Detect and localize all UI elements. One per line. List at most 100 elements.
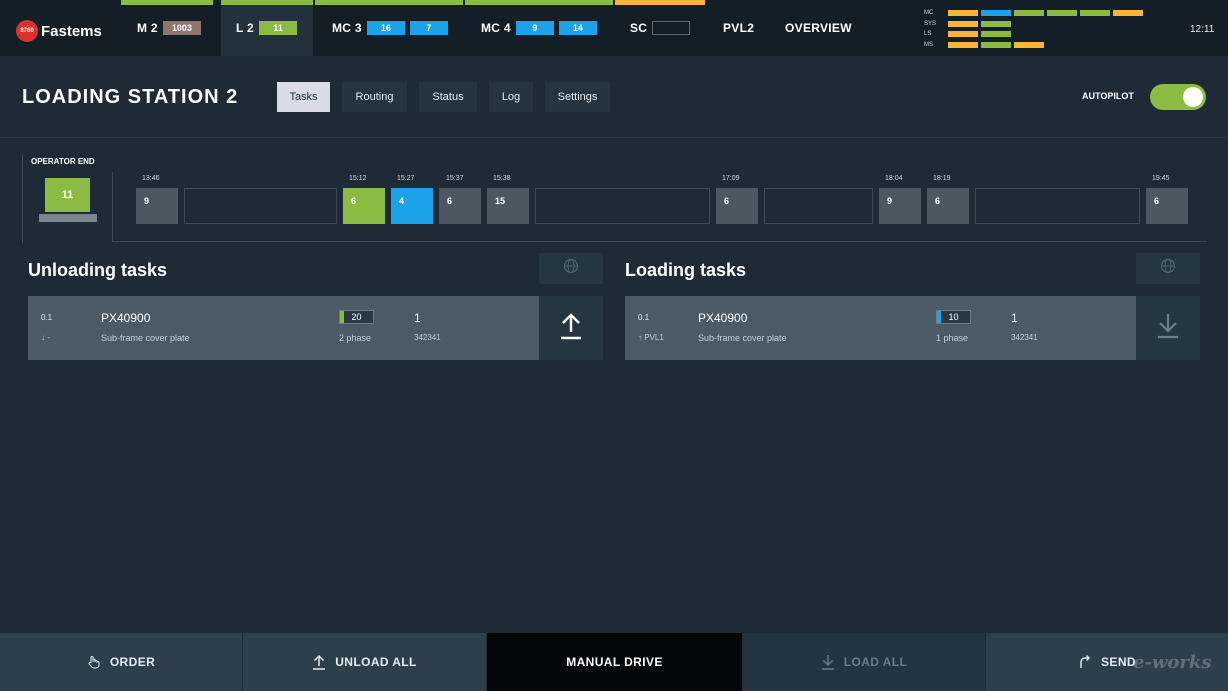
unloading-tasks-title: Unloading tasks bbox=[28, 260, 168, 280]
timeline-time: 15:37 bbox=[446, 175, 464, 182]
station-count-badge: 1003 bbox=[162, 21, 201, 35]
unload-all-button[interactable]: UNLOAD ALL bbox=[243, 633, 487, 691]
status-row-sys: SYS bbox=[924, 19, 1146, 30]
status-bar bbox=[981, 31, 1011, 38]
station-name: MC 3 bbox=[332, 21, 362, 35]
toggle-knob bbox=[1183, 87, 1203, 107]
load-button[interactable] bbox=[1136, 296, 1200, 360]
order-label: ORDER bbox=[109, 655, 156, 669]
top-bar: 8760 Fastems M 2 1003 L 2 11 MC 3 16 7 M… bbox=[0, 0, 1228, 56]
globe-icon bbox=[563, 258, 579, 279]
tab-log[interactable]: Log bbox=[489, 82, 533, 112]
overview-tab[interactable]: OVERVIEW bbox=[785, 0, 852, 56]
status-bar bbox=[1047, 10, 1077, 17]
status-row-mc: MC bbox=[924, 8, 1146, 19]
logo-text: Fastems bbox=[41, 22, 102, 40]
status-bar bbox=[1014, 41, 1044, 48]
station-name: MC 4 bbox=[481, 21, 511, 35]
station-tab-l2[interactable]: L 2 11 bbox=[221, 0, 313, 56]
tab-settings[interactable]: Settings bbox=[545, 82, 610, 112]
tab-tasks[interactable]: Tasks bbox=[277, 82, 330, 112]
order-number: 342341 bbox=[414, 333, 441, 342]
hand-pointer-icon bbox=[87, 655, 101, 669]
timeline-slot[interactable]: 6 bbox=[1146, 188, 1188, 224]
part-code: PX40900 bbox=[698, 311, 748, 325]
station-tab-pvl2[interactable]: PVL2 bbox=[723, 0, 754, 56]
station-tab-mc4[interactable]: MC 4 9 14 bbox=[465, 0, 613, 56]
timeline-slot[interactable]: 4 bbox=[391, 188, 433, 224]
timeline-axis bbox=[112, 172, 113, 242]
fastems-logo: 8760 Fastems bbox=[16, 20, 102, 42]
tab-status[interactable]: Status bbox=[419, 82, 477, 112]
operator-station-base bbox=[39, 214, 97, 222]
status-bar bbox=[981, 41, 1011, 48]
timeline-slot[interactable]: 6 bbox=[927, 188, 969, 224]
station-tab-m2[interactable]: M 2 1003 bbox=[121, 0, 213, 56]
tab-routing[interactable]: Routing bbox=[342, 82, 407, 112]
download-arrow-icon bbox=[1157, 312, 1179, 345]
timeline-slot[interactable]: 6 bbox=[343, 188, 385, 224]
status-label: MS bbox=[924, 41, 933, 48]
manual-drive-button[interactable]: MANUAL DRIVE bbox=[487, 633, 743, 691]
unloading-globe-button[interactable] bbox=[539, 253, 603, 284]
station-count-badge: 11 bbox=[259, 21, 298, 35]
status-row-ls: LS bbox=[924, 29, 1146, 40]
station-name: SC bbox=[630, 21, 648, 35]
timeline-time: 18:04 bbox=[885, 175, 903, 182]
quantity: 1 bbox=[414, 311, 421, 325]
station-count-badge: 16 bbox=[366, 21, 405, 35]
autopilot-toggle[interactable] bbox=[1150, 84, 1206, 110]
timeline-slot[interactable]: 6 bbox=[716, 188, 758, 224]
timeline-slot[interactable]: 15 bbox=[487, 188, 529, 224]
status-bar bbox=[948, 31, 978, 38]
status-bar bbox=[948, 10, 978, 17]
task-source: ↓ - bbox=[41, 333, 50, 342]
order-button[interactable]: ORDER bbox=[0, 633, 243, 691]
pallet-count-badge: 10 bbox=[936, 310, 971, 324]
station-name: PVL2 bbox=[723, 21, 755, 35]
upload-arrow-icon bbox=[560, 312, 582, 345]
task-index: 0.1 bbox=[638, 313, 650, 322]
quantity: 1 bbox=[1011, 311, 1018, 325]
status-bar bbox=[948, 41, 978, 48]
order-number: 342341 bbox=[1011, 333, 1038, 342]
timeline-slot[interactable]: 9 bbox=[136, 188, 178, 224]
timeline-slot[interactable]: 6 bbox=[439, 188, 481, 224]
unload-all-label: UNLOAD ALL bbox=[335, 655, 417, 669]
timeline-slot[interactable]: 9 bbox=[879, 188, 921, 224]
station-tab-mc3[interactable]: MC 3 16 7 bbox=[315, 0, 463, 56]
timeline-time: 15:12 bbox=[349, 175, 367, 182]
operator-pallet[interactable]: 11 bbox=[45, 178, 90, 212]
station-name: L 2 bbox=[236, 21, 255, 35]
timeline-time: 18:19 bbox=[933, 175, 951, 182]
timeline-baseline bbox=[112, 241, 1207, 242]
timeline-gap bbox=[764, 188, 873, 224]
status-bar bbox=[948, 20, 978, 27]
station-count-badge: 14 bbox=[558, 21, 597, 35]
unloading-task-row[interactable]: 0.1 ↓ - PX40900 Sub-frame cover plate 20… bbox=[28, 296, 603, 360]
timeline-time: 17:09 bbox=[722, 175, 740, 182]
status-bar bbox=[981, 20, 1011, 27]
timeline-gap bbox=[975, 188, 1140, 224]
phase-label: 2 phase bbox=[339, 333, 372, 343]
pallet-count-badge: 20 bbox=[339, 310, 374, 324]
task-source: ↑ PVL1 bbox=[638, 333, 664, 342]
unload-button[interactable] bbox=[539, 296, 603, 360]
station-count-badge: 7 bbox=[409, 21, 448, 35]
station-stripe bbox=[121, 0, 213, 5]
station-name: M 2 bbox=[137, 21, 158, 35]
task-index: 0.1 bbox=[41, 313, 53, 322]
station-stripe bbox=[615, 0, 705, 5]
logo-badge: 8760 bbox=[16, 20, 38, 42]
clock: 12:11 bbox=[1190, 24, 1215, 35]
timeline-time: 15:27 bbox=[397, 175, 415, 182]
loading-globe-button[interactable] bbox=[1136, 253, 1200, 284]
load-all-button[interactable]: LOAD ALL bbox=[743, 633, 986, 691]
upload-icon bbox=[312, 654, 326, 670]
operator-end-label: OPERATOR END bbox=[31, 157, 95, 166]
station-stripe bbox=[315, 0, 463, 5]
loading-task-row[interactable]: 0.1 ↑ PVL1 PX40900 Sub-frame cover plate… bbox=[625, 296, 1200, 360]
station-tab-sc[interactable]: SC bbox=[615, 0, 705, 56]
status-bar bbox=[1014, 10, 1044, 17]
part-description: Sub-frame cover plate bbox=[101, 333, 190, 343]
